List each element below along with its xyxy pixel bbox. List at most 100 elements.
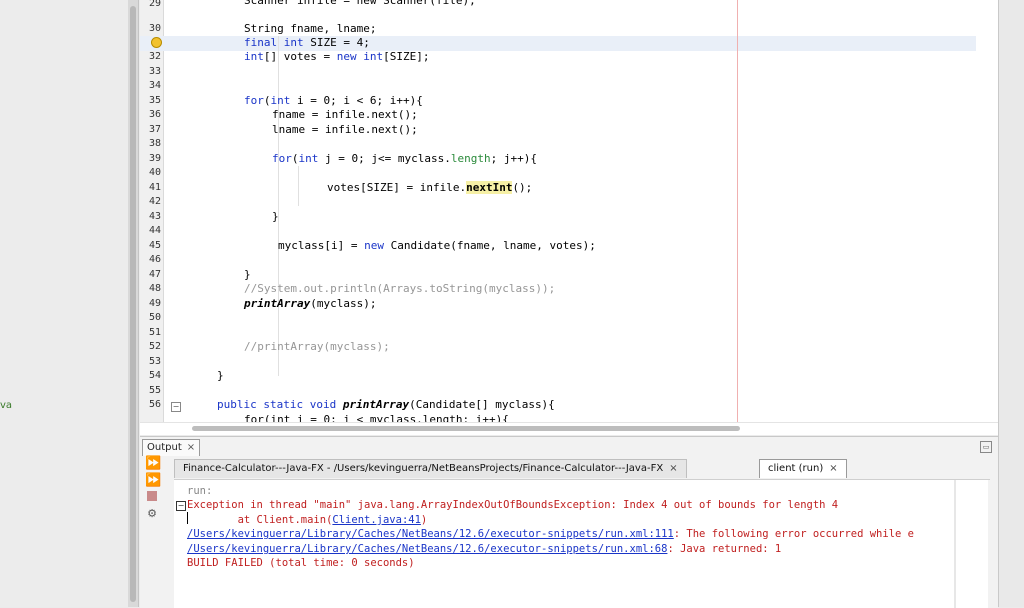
stack-prefix: at Client.main(: [187, 514, 333, 526]
keyword: for: [272, 152, 292, 165]
tab-output-label: Output: [147, 442, 182, 453]
fold-column: [164, 0, 184, 422]
right-margin-line: [737, 0, 738, 422]
console-error-line: /Users/kevinguerra/Library/Caches/NetBea…: [187, 527, 914, 542]
line-number: 53: [148, 356, 161, 367]
code-line-43[interactable]: }: [272, 210, 279, 225]
line-number: 47: [148, 269, 161, 280]
fold-toggle-icon[interactable]: −: [171, 402, 181, 412]
run-xml-link-68[interactable]: /Users/kevinguerra/Library/Caches/NetBea…: [187, 543, 667, 555]
code-text: (: [263, 94, 271, 107]
line-number: 40: [148, 167, 161, 178]
subtab-label: client (run): [768, 463, 824, 474]
stack-link[interactable]: Client.java:41: [332, 514, 421, 526]
keyword: new: [364, 239, 384, 252]
code-line-36[interactable]: fname = infile.next();: [272, 108, 418, 123]
run-xml-link-111[interactable]: /Users/kevinguerra/Library/Caches/NetBea…: [187, 528, 674, 540]
code-line-48[interactable]: //System.out.println(Arrays.toString(myc…: [244, 282, 555, 297]
output-toolbar: ⏩ ⏩ ⚙: [142, 457, 166, 607]
highlighted-method: nextInt: [466, 181, 513, 194]
subtab-finance-calculator[interactable]: Finance-Calculator---Java-FX - /Users/ke…: [174, 459, 687, 478]
code-text: ; j++){: [490, 152, 537, 165]
code-line-39[interactable]: for(int j = 0; j<= myclass.length; j++){: [272, 152, 537, 167]
console-build-failed: BUILD FAILED (total time: 0 seconds): [187, 557, 415, 569]
code-line-54[interactable]: }: [217, 369, 224, 384]
hint-bulb-icon[interactable]: [151, 37, 162, 48]
editor-horizontal-scrollbar[interactable]: [140, 422, 998, 435]
line-number: 33: [148, 66, 161, 77]
method-call: printArray: [244, 297, 311, 310]
code-line-49[interactable]: printArray(myclass);: [244, 297, 376, 312]
console-stack-line: at Client.main(Client.java:41): [187, 513, 428, 528]
line-number: 37: [148, 124, 161, 135]
code-line-29[interactable]: Scanner infile = new Scanner(file);: [244, 0, 476, 9]
rerun-with-options-icon[interactable]: ⏩: [145, 474, 161, 488]
rerun-icon[interactable]: ⏩: [145, 457, 161, 471]
line-number: 32: [148, 51, 161, 62]
console-run-line: run:: [187, 485, 213, 497]
output-panel: Output × ▭ ⏩ ⏩ ⚙ Finance-Calculator---Jav…: [140, 436, 998, 608]
console-exception-line: Exception in thread "main" java.lang.Arr…: [187, 499, 839, 511]
code-line-32[interactable]: int[] votes = new int[SIZE];: [244, 50, 429, 65]
code-editor[interactable]: 29 30 32 33 34 35 36 37 38 39 40 41 42 43 44 45 46 47 48 49…: [140, 0, 998, 422]
right-side-panel: [998, 0, 1024, 607]
line-number: 54: [148, 370, 161, 381]
line-number: 44: [148, 225, 161, 236]
projects-scroll-thumb[interactable]: [130, 6, 136, 602]
code-line-47[interactable]: }: [244, 268, 251, 283]
method-name: printArray: [342, 398, 410, 411]
line-number: 55: [148, 385, 161, 396]
keyword: int: [244, 50, 264, 63]
indent-guide: [278, 36, 279, 376]
keyword: public: [217, 398, 257, 411]
output-subtabs: Finance-Calculator---Java-FX - /Users/ke…: [174, 459, 990, 480]
line-number: 43: [148, 211, 161, 222]
line-number: 45: [148, 240, 161, 251]
close-icon[interactable]: ×: [187, 442, 195, 453]
line-number: 34: [148, 80, 161, 91]
code-text: myclass[i] =: [278, 239, 365, 252]
code-text: (Candidate[] myclass){: [409, 398, 555, 411]
line-number: 49: [148, 298, 161, 309]
code-line-37[interactable]: lname = infile.next();: [272, 123, 418, 138]
line-number: 41: [148, 182, 161, 193]
code-line-57[interactable]: for(int i = 0; i < myclass.length; i++){: [244, 413, 509, 422]
line-number: 35: [148, 95, 161, 106]
console-output[interactable]: run: − Exception in thread "main" java.l…: [174, 480, 988, 608]
line-number: 56: [148, 399, 161, 410]
keyword: int: [298, 152, 319, 165]
keyword: static: [263, 398, 304, 411]
line-number: 48: [148, 283, 161, 294]
stack-suffix: ): [420, 514, 428, 526]
tab-output[interactable]: Output ×: [142, 439, 201, 456]
error-text: : The following error occurred while e: [673, 528, 914, 540]
line-number: 30: [148, 23, 161, 34]
code-text: (myclass);: [310, 297, 377, 310]
code-line-35[interactable]: for(int i = 0; i < 6; i++){: [244, 94, 423, 109]
projects-scrollbar[interactable]: [128, 0, 139, 607]
line-number: 36: [148, 109, 161, 120]
line-number: 51: [148, 327, 161, 338]
line-number: 29: [148, 0, 161, 9]
code-line-56[interactable]: public static void printArray(Candidate[…: [217, 398, 555, 413]
code-line-30[interactable]: String fname, lname;: [244, 22, 376, 37]
stop-icon[interactable]: [147, 491, 157, 501]
line-number: 52: [148, 341, 161, 352]
keyword: int: [283, 36, 304, 49]
settings-icon[interactable]: ⚙: [145, 507, 159, 521]
code-line-31[interactable]: final int SIZE = 4;: [244, 36, 370, 51]
maximize-panel-icon[interactable]: ▭: [980, 441, 992, 453]
close-icon[interactable]: ×: [669, 463, 677, 474]
collapse-icon[interactable]: −: [176, 501, 186, 511]
close-icon[interactable]: ×: [829, 463, 837, 474]
console-scrollbar[interactable]: [954, 480, 956, 608]
code-text: j = 0; j<= myclass.: [318, 152, 451, 165]
keyword: new: [336, 50, 357, 63]
code-line-45[interactable]: myclass[i] = new Candidate(fname, lname,…: [278, 239, 596, 254]
project-tree-partial-text[interactable]: va: [0, 400, 12, 411]
code-line-41[interactable]: votes[SIZE] = infile.nextInt();: [327, 181, 532, 196]
hscroll-thumb[interactable]: [192, 426, 740, 431]
console-error-line: /Users/kevinguerra/Library/Caches/NetBea…: [187, 542, 781, 557]
subtab-client-run[interactable]: client (run) ×: [759, 459, 847, 478]
code-line-52[interactable]: //printArray(myclass);: [244, 340, 390, 355]
